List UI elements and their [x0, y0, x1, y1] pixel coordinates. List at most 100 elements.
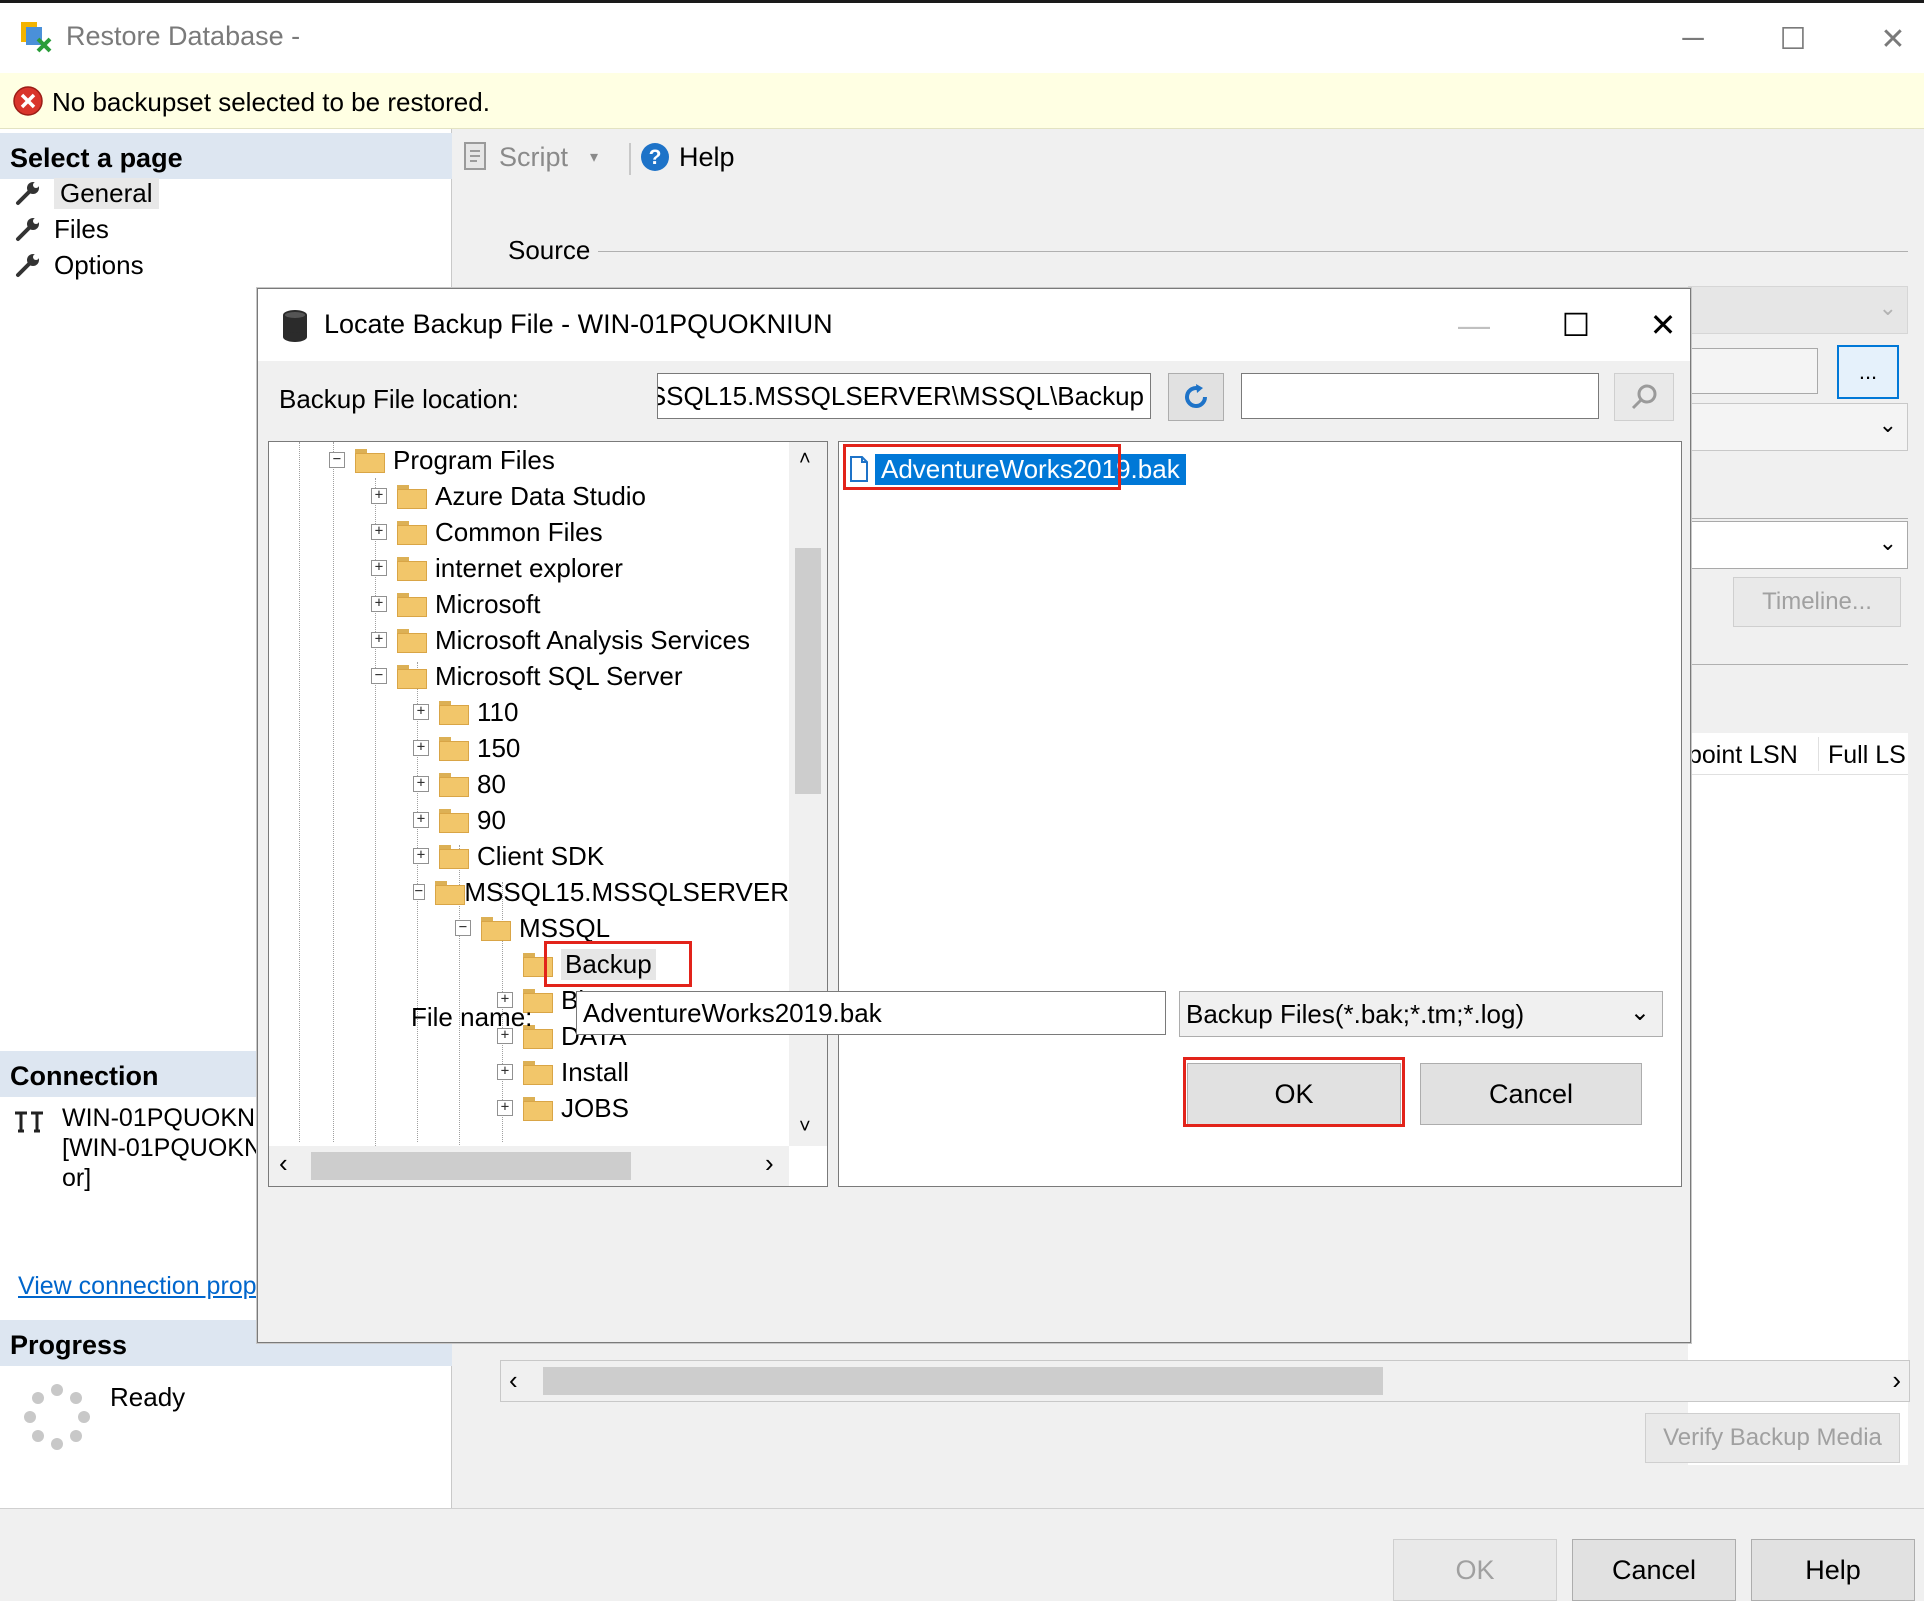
close-button[interactable]: ✕ — [1860, 13, 1924, 65]
expand-icon[interactable]: + — [413, 704, 429, 720]
grid-horizontal-scrollbar[interactable]: ‹ › — [500, 1360, 1910, 1402]
tree-item-label: Microsoft Analysis Services — [435, 624, 750, 655]
tree-horizontal-scrollbar[interactable]: ‹ › — [269, 1146, 789, 1186]
scroll-up-icon[interactable]: ˄ — [799, 448, 811, 471]
tree-item-label: 90 — [477, 804, 506, 835]
tree-item-label: Microsoft SQL Server — [435, 660, 683, 691]
help-toolbar-button[interactable]: ? Help — [629, 141, 735, 173]
file-name-input[interactable]: AdventureWorks2019.bak — [576, 991, 1166, 1035]
expand-icon[interactable]: + — [413, 740, 429, 756]
scroll-right-icon[interactable]: › — [765, 1148, 774, 1179]
dialog-close-button[interactable]: ✕ — [1636, 297, 1690, 353]
file-type-dropdown[interactable]: Backup Files(*.bak;*.tm;*.log) ⌄ — [1179, 991, 1663, 1037]
database-dropdown[interactable]: ⌄ — [1688, 403, 1908, 451]
wrench-icon — [14, 215, 42, 243]
collapse-icon[interactable]: − — [413, 884, 425, 900]
tree-item-150[interactable]: +150 — [413, 730, 520, 766]
dialog-maximize-button[interactable]: ☐ — [1534, 297, 1618, 353]
file-name-label: File name: — [411, 1002, 533, 1032]
folder-icon — [397, 665, 427, 689]
tree-item-microsoft-analysis-services[interactable]: + Microsoft Analysis Services — [371, 622, 750, 658]
refresh-button[interactable] — [1168, 373, 1224, 421]
chevron-down-icon: ⌄ — [1878, 295, 1897, 320]
view-connection-properties-link[interactable]: View connection prope — [18, 1272, 271, 1301]
tree-item-install[interactable]: + Install — [497, 1054, 629, 1090]
restore-to-dropdown[interactable]: ⌄ — [1688, 521, 1908, 569]
maximize-button[interactable]: ☐ — [1760, 13, 1826, 65]
source-label: Source — [508, 235, 591, 265]
ok-button[interactable]: OK — [1393, 1539, 1557, 1601]
help-icon: ? — [639, 141, 671, 173]
browse-button[interactable]: ... — [1837, 345, 1899, 399]
page-files[interactable]: Files — [14, 212, 109, 246]
backup-file-location-input[interactable]: \MSSQL15.MSSQLSERVER\MSSQL\Backup — [657, 373, 1151, 419]
help-button[interactable]: Help — [1751, 1539, 1915, 1601]
tree-item-label: Client SDK — [477, 840, 605, 871]
tree-item-label: MSSQL — [519, 912, 611, 943]
folder-icon — [397, 593, 427, 617]
tree-item-label: 110 — [477, 696, 519, 727]
collapse-icon[interactable]: − — [371, 668, 387, 684]
page-general[interactable]: General — [14, 176, 159, 210]
chevron-down-icon: ⌄ — [1878, 412, 1897, 437]
section-divider — [1688, 664, 1908, 665]
expand-icon[interactable]: + — [371, 488, 387, 504]
scroll-left-icon[interactable]: ‹ — [279, 1148, 288, 1179]
chevron-down-icon: ⌄ — [1878, 530, 1897, 555]
tree-item-internet-explorer[interactable]: + internet explorer — [371, 550, 623, 586]
script-button[interactable]: Script ▾ — [461, 141, 598, 173]
expand-icon[interactable]: + — [497, 1064, 513, 1080]
dialog-minimize-button[interactable]: — — [1432, 297, 1516, 353]
scroll-left-icon[interactable]: ‹ — [509, 1365, 518, 1396]
timeline-button[interactable]: Timeline... — [1733, 577, 1901, 627]
collapse-icon[interactable]: − — [329, 452, 345, 468]
tree-item-client-sdk[interactable]: + Client SDK — [413, 838, 604, 874]
tree-item-microsoft-sql-server[interactable]: − Microsoft SQL Server — [371, 658, 683, 694]
tree-vertical-scrollbar[interactable]: ˄ ˅ — [789, 442, 827, 1146]
expand-icon[interactable]: + — [413, 848, 429, 864]
expand-icon[interactable]: + — [497, 1100, 513, 1116]
scrollbar-thumb[interactable] — [543, 1367, 1383, 1395]
expand-icon[interactable]: + — [413, 776, 429, 792]
expand-icon[interactable]: + — [371, 596, 387, 612]
tree-item-common-files[interactable]: + Common Files — [371, 514, 603, 550]
search-icon — [1629, 382, 1659, 412]
expand-icon[interactable]: + — [413, 812, 429, 828]
chevron-down-icon: ▾ — [590, 149, 599, 166]
tree-item-program-files[interactable]: − Program Files — [329, 442, 555, 478]
grid-column-header: Full LS — [1828, 741, 1906, 769]
tree-item-azure-data-studio[interactable]: + Azure Data Studio — [371, 478, 646, 514]
folder-tree[interactable]: − Program Files + Azure Data Studio + Commo… — [268, 441, 828, 1187]
tree-item-microsoft[interactable]: + Microsoft — [371, 586, 540, 622]
tree-item-90[interactable]: +90 — [413, 802, 506, 838]
highlight-box — [843, 444, 1121, 490]
tree-item-label: Common Files — [435, 516, 603, 547]
scrollbar-thumb[interactable] — [795, 548, 821, 794]
tree-item-80[interactable]: +80 — [413, 766, 506, 802]
search-input[interactable] — [1241, 373, 1599, 419]
source-dropdown[interactable]: ⌄ — [1688, 286, 1908, 334]
tree-item-110[interactable]: +110 — [413, 694, 518, 730]
verify-backup-media-button[interactable]: Verify Backup Media — [1645, 1413, 1900, 1463]
search-button[interactable] — [1614, 373, 1674, 421]
collapse-icon[interactable]: − — [455, 920, 471, 936]
page-files-label: Files — [54, 213, 109, 244]
expand-icon[interactable]: + — [371, 524, 387, 540]
scroll-down-icon[interactable]: ˅ — [799, 1116, 811, 1139]
cancel-button[interactable]: Cancel — [1572, 1539, 1736, 1601]
minimize-button[interactable]: ─ — [1660, 13, 1726, 65]
scrollbar-thumb[interactable] — [311, 1152, 631, 1180]
error-icon — [12, 85, 44, 117]
page-options[interactable]: Options — [14, 248, 144, 282]
backup-file-location-label: Backup File location: — [279, 384, 519, 414]
expand-icon[interactable]: + — [371, 632, 387, 648]
dialog-cancel-button[interactable]: Cancel — [1420, 1063, 1642, 1125]
file-type-value: Backup Files(*.bak;*.tm;*.log) — [1186, 998, 1525, 1029]
tree-item-jobs[interactable]: + JOBS — [497, 1090, 629, 1126]
expand-icon[interactable]: + — [371, 560, 387, 576]
locate-backup-file-dialog: Locate Backup File - WIN-01PQUOKNIUN — ☐… — [257, 288, 1691, 1343]
tree-item-mssql15-mssqlserver[interactable]: − MSSQL15.MSSQLSERVER — [413, 874, 789, 910]
device-textbox[interactable] — [1688, 348, 1818, 394]
title-bar: Restore Database - ─ ☐ ✕ — [0, 0, 1924, 73]
scroll-right-icon[interactable]: › — [1892, 1365, 1901, 1396]
